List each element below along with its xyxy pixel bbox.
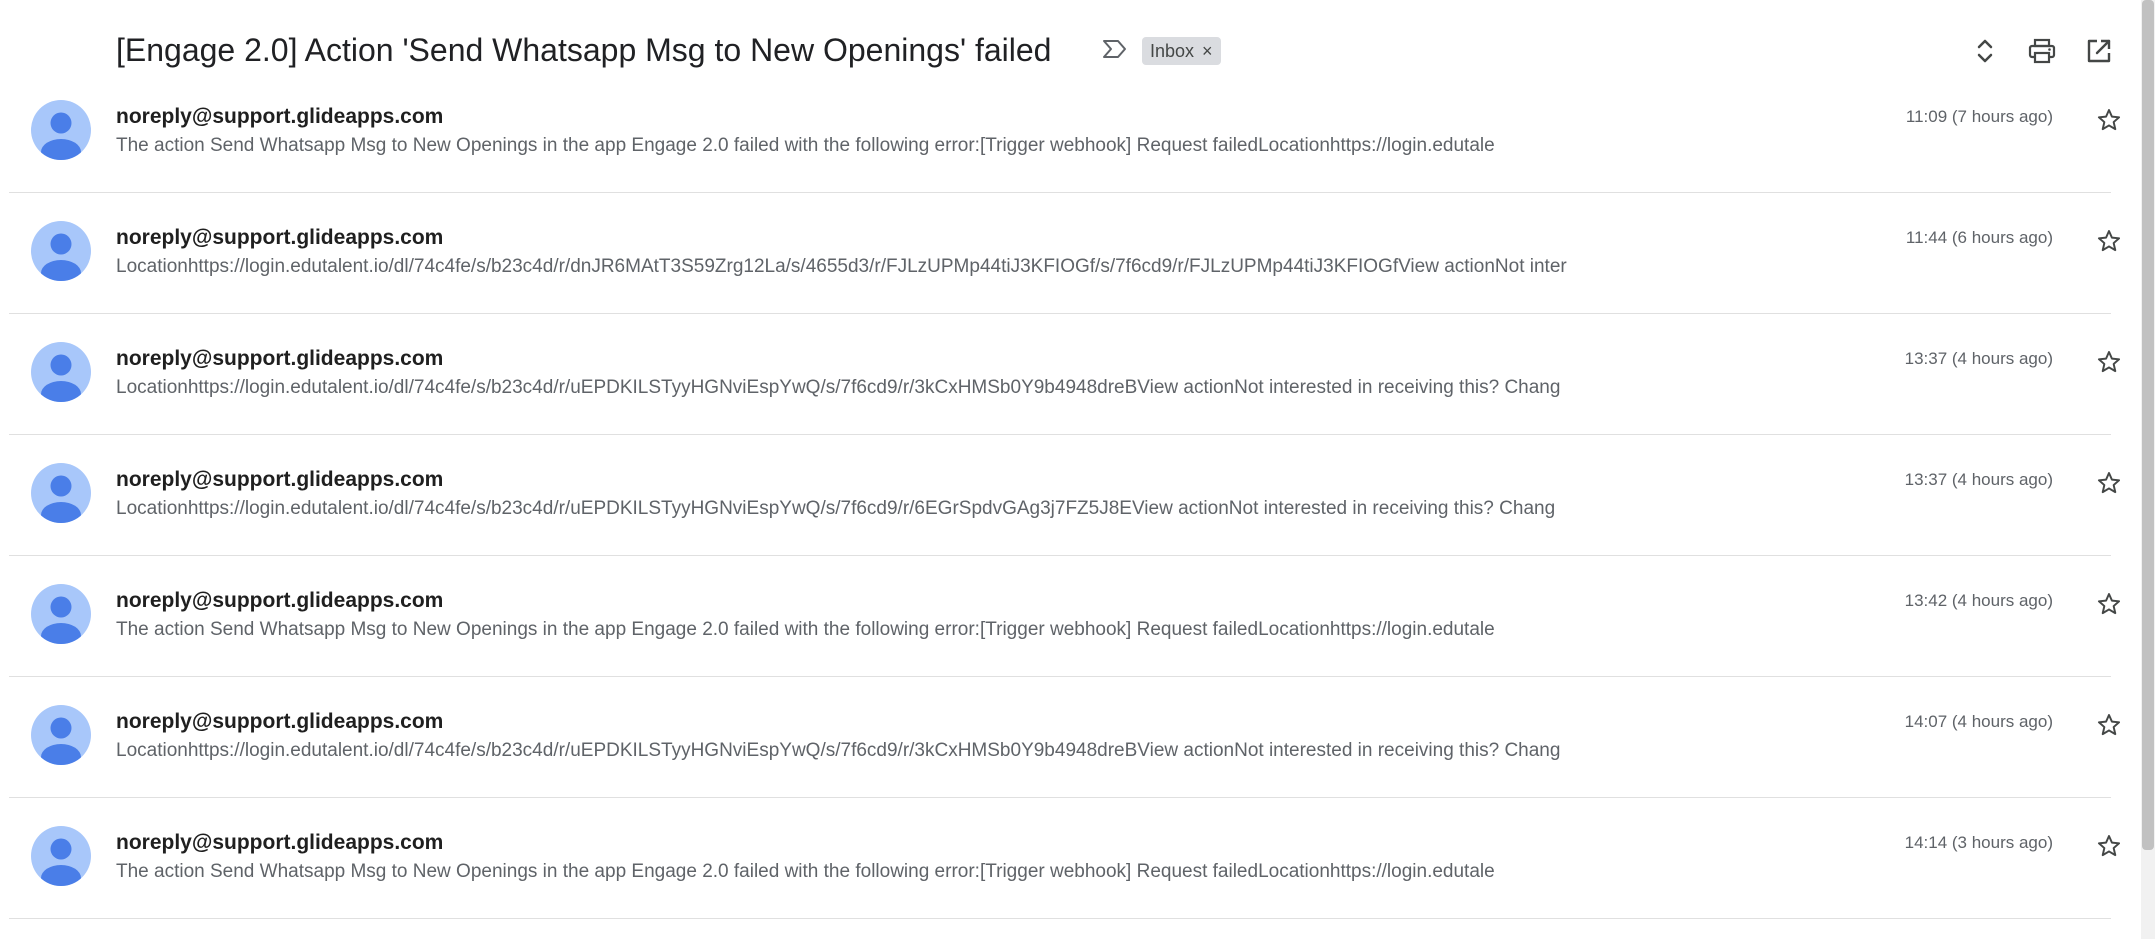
sender-name: noreply@support.glideapps.com <box>116 105 444 128</box>
message-time: 13:37 (4 hours ago) <box>1904 349 2053 368</box>
message-snippet: Locationhttps://login.edutalent.io/dl/74… <box>116 498 1556 519</box>
message-time: 14:14 (3 hours ago) <box>1904 833 2053 852</box>
label-chip-text: Inbox <box>1150 41 1195 61</box>
avatar <box>31 100 91 160</box>
message-snippet: Locationhttps://login.edutalent.io/dl/74… <box>116 377 1561 398</box>
message-time: 13:37 (4 hours ago) <box>1904 470 2053 489</box>
avatar <box>31 584 91 644</box>
print-icon[interactable] <box>2027 34 2057 68</box>
message-snippet: The action Send Whatsapp Msg to New Open… <box>116 135 1495 156</box>
message-row[interactable]: noreply@support.glideapps.com Locationht… <box>9 677 2121 798</box>
sender-name: noreply@support.glideapps.com <box>116 831 444 854</box>
avatar <box>31 221 91 281</box>
important-marker-icon[interactable] <box>1102 38 1128 60</box>
expand-collapse-icon[interactable] <box>1970 34 2000 68</box>
message-row[interactable]: noreply@support.glideapps.com The action… <box>9 798 2121 919</box>
email-thread-view: [Engage 2.0] Action 'Send Whatsapp Msg t… <box>0 0 2155 939</box>
sender-name: noreply@support.glideapps.com <box>116 589 444 612</box>
sender-name: noreply@support.glideapps.com <box>116 226 444 249</box>
message-snippet: The action Send Whatsapp Msg to New Open… <box>116 619 1495 640</box>
thread-subject: [Engage 2.0] Action 'Send Whatsapp Msg t… <box>116 32 1052 68</box>
star-icon[interactable] <box>2095 832 2123 860</box>
avatar <box>31 463 91 523</box>
open-in-new-window-icon[interactable] <box>2084 34 2114 68</box>
star-icon[interactable] <box>2095 227 2123 255</box>
message-row[interactable]: noreply@support.glideapps.com The action… <box>9 72 2121 193</box>
remove-label-button[interactable]: × <box>1202 37 1213 65</box>
message-row[interactable]: noreply@support.glideapps.com Locationht… <box>9 435 2121 556</box>
star-icon[interactable] <box>2095 469 2123 497</box>
star-icon[interactable] <box>2095 711 2123 739</box>
message-list: noreply@support.glideapps.com The action… <box>9 72 2121 919</box>
message-time: 11:09 (7 hours ago) <box>1905 107 2053 126</box>
message-snippet: Locationhttps://login.edutalent.io/dl/74… <box>116 256 1567 277</box>
avatar <box>31 342 91 402</box>
message-time: 11:44 (6 hours ago) <box>1905 228 2053 247</box>
star-icon[interactable] <box>2095 590 2123 618</box>
sender-name: noreply@support.glideapps.com <box>116 468 444 491</box>
message-row[interactable]: noreply@support.glideapps.com Locationht… <box>9 314 2121 435</box>
avatar <box>31 705 91 765</box>
message-time: 13:42 (4 hours ago) <box>1904 591 2053 610</box>
star-icon[interactable] <box>2095 106 2123 134</box>
message-snippet: Locationhttps://login.edutalent.io/dl/74… <box>116 740 1561 761</box>
thread-header-actions <box>1970 34 2114 68</box>
sender-name: noreply@support.glideapps.com <box>116 347 444 370</box>
inbox-label-chip: Inbox × <box>1142 37 1221 65</box>
scrollbar-thumb[interactable] <box>2142 0 2154 850</box>
message-time: 14:07 (4 hours ago) <box>1904 712 2053 731</box>
star-icon[interactable] <box>2095 348 2123 376</box>
avatar <box>31 826 91 886</box>
message-row[interactable]: noreply@support.glideapps.com The action… <box>9 556 2121 677</box>
message-row[interactable]: noreply@support.glideapps.com Locationht… <box>9 193 2121 314</box>
sender-name: noreply@support.glideapps.com <box>116 710 444 733</box>
message-snippet: The action Send Whatsapp Msg to New Open… <box>116 861 1495 882</box>
